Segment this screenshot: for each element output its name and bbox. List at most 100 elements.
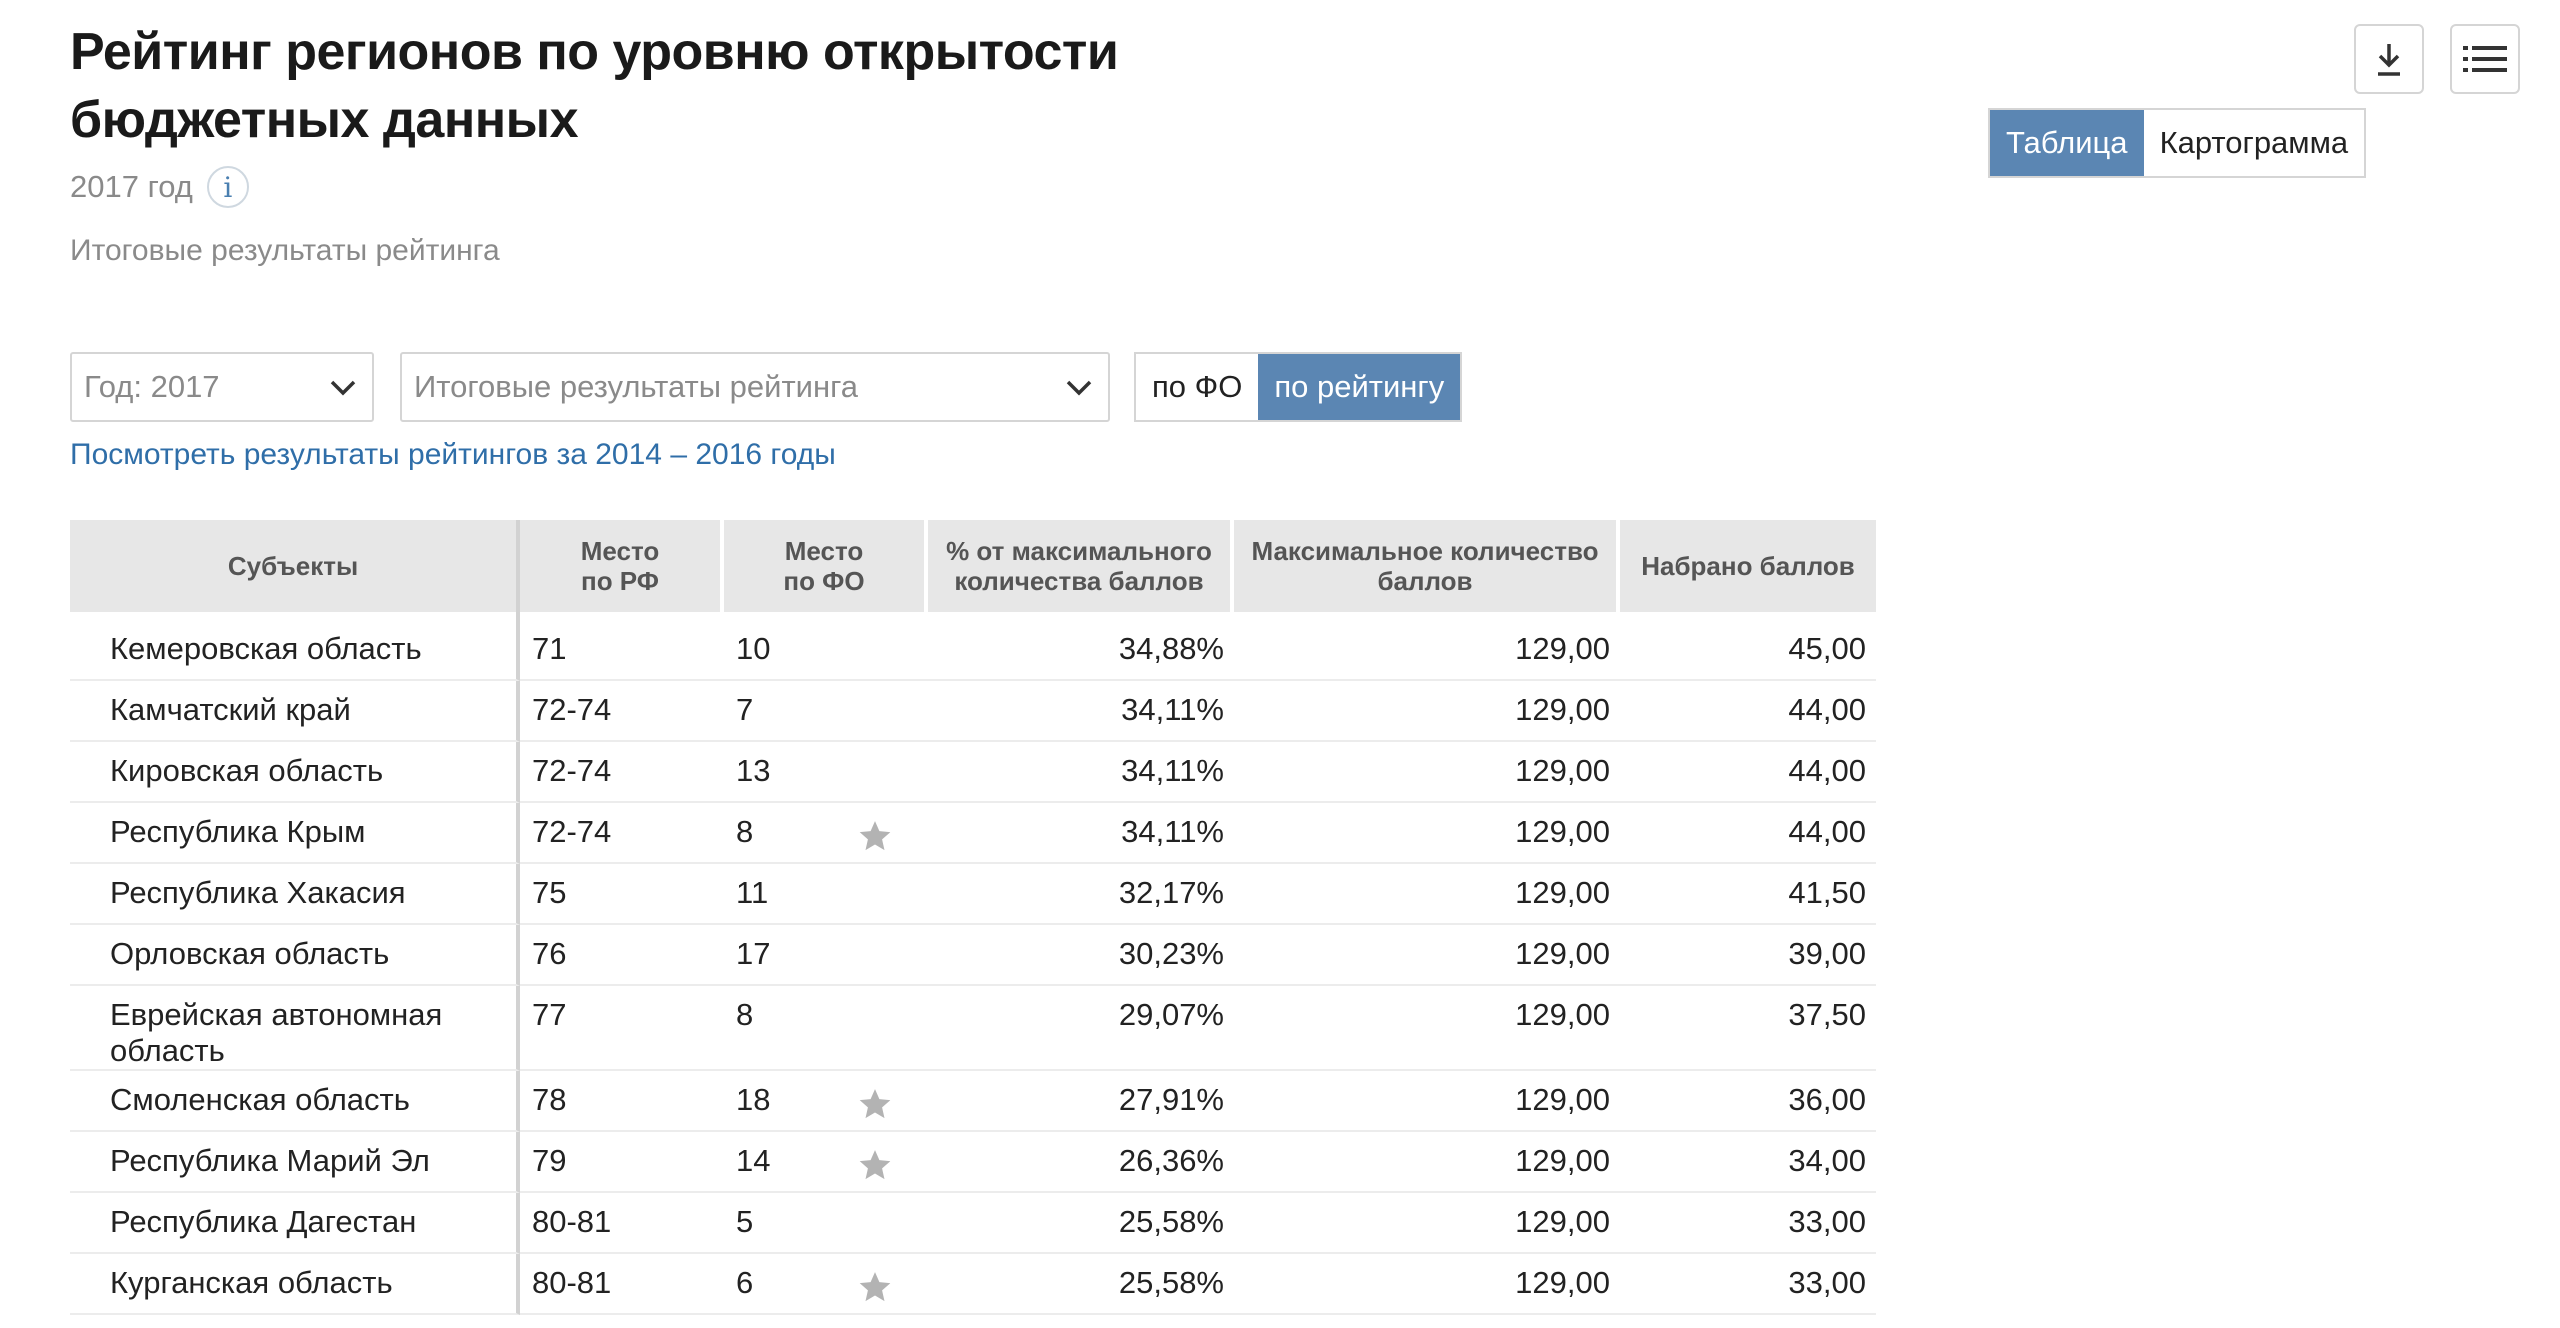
table-row[interactable]: Орловская область 76 17 30,23% 129,00 39,00 xyxy=(70,925,1876,986)
table-row[interactable]: Курганская область 80-81 6 25,58% 129,00 33,0… xyxy=(70,1254,1876,1315)
table-spacer xyxy=(70,612,1876,620)
year-line: 2017 год i xyxy=(70,166,249,208)
cell-points: 36,00 xyxy=(1620,1071,1876,1132)
cell-place-rf: 75 xyxy=(520,864,724,925)
table-body: Кемеровская область 71 10 34,88% 129,00 45,00… xyxy=(70,612,1876,1315)
cell-place-fo: 11 xyxy=(724,864,928,925)
cell-place-rf: 76 xyxy=(520,925,724,986)
star-icon xyxy=(859,821,891,851)
cell-percent: 25,58% xyxy=(928,1193,1234,1254)
col-header-max-points[interactable]: Максимальное количество баллов xyxy=(1234,520,1620,612)
results-select[interactable]: Итоговые результаты рейтинга xyxy=(400,352,1110,422)
table-header-row: Субъекты Место по РФ Место по ФО % от ма… xyxy=(70,520,1876,612)
cell-place-rf: 78 xyxy=(520,1071,724,1132)
cell-subject: Республика Марий Эл xyxy=(70,1132,520,1193)
cell-place-fo: 5 xyxy=(724,1193,928,1254)
cell-percent: 32,17% xyxy=(928,864,1234,925)
cell-place-fo-value: 10 xyxy=(736,631,771,666)
cell-subject: Еврейская автономная область xyxy=(70,986,520,1071)
table-row[interactable]: Кировская область 72-74 13 34,11% 129,00 44,0… xyxy=(70,742,1876,803)
rating-table: Субъекты Место по РФ Место по ФО % от ма… xyxy=(70,520,1876,1315)
table-row[interactable]: Республика Марий Эл 79 14 26,36% 129,00 34,00 xyxy=(70,1132,1876,1193)
cell-place-fo-value: 13 xyxy=(736,753,771,788)
view-toggle: Таблица Картограмма xyxy=(1988,108,2367,178)
cell-percent: 27,91% xyxy=(928,1071,1234,1132)
history-link[interactable]: Посмотреть результаты рейтингов за 2014 … xyxy=(70,438,836,472)
cell-place-fo: 14 xyxy=(724,1132,928,1193)
cell-percent: 34,11% xyxy=(928,681,1234,742)
cell-max-points: 129,00 xyxy=(1234,742,1620,803)
cell-place-rf: 80-81 xyxy=(520,1193,724,1254)
cell-max-points: 129,00 xyxy=(1234,864,1620,925)
table-row[interactable]: Республика Крым 72-74 8 34,11% 129,00 44,00 xyxy=(70,803,1876,864)
year-label: 2017 год xyxy=(70,169,193,204)
cell-place-rf: 79 xyxy=(520,1132,724,1193)
cell-place-fo-value: 8 xyxy=(736,997,754,1032)
star-icon xyxy=(859,1272,891,1302)
table-row[interactable]: Республика Хакасия 75 11 32,17% 129,00 41,50 xyxy=(70,864,1876,925)
cell-subject: Орловская область xyxy=(70,925,520,986)
spacer-cell xyxy=(70,612,520,620)
cell-points: 34,00 xyxy=(1620,1132,1876,1193)
cell-points: 33,00 xyxy=(1620,1254,1876,1315)
cell-place-fo-value: 14 xyxy=(736,1143,771,1178)
spacer-cell xyxy=(724,612,928,620)
cell-subject: Республика Крым xyxy=(70,803,520,864)
spacer-cell xyxy=(928,612,1234,620)
results-select-value: Итоговые результаты рейтинга xyxy=(414,369,858,404)
cell-percent: 29,07% xyxy=(928,986,1234,1071)
download-button[interactable] xyxy=(2354,24,2424,94)
cell-points: 44,00 xyxy=(1620,742,1876,803)
chevron-down-icon xyxy=(1066,380,1092,396)
table-row[interactable]: Республика Дагестан 80-81 5 25,58% 129,00 33,… xyxy=(70,1193,1876,1254)
cell-place-fo: 10 xyxy=(724,620,928,681)
col-header-place-fo[interactable]: Место по ФО xyxy=(724,520,928,612)
cell-max-points: 129,00 xyxy=(1234,986,1620,1071)
list-view-button[interactable] xyxy=(2450,24,2520,94)
cell-percent: 25,58% xyxy=(928,1254,1234,1315)
toggle-by-rating[interactable]: по рейтингу xyxy=(1258,354,1461,420)
col-header-subject[interactable]: Субъекты xyxy=(70,520,520,612)
group-toggle: по ФО по рейтингу xyxy=(1134,352,1463,422)
cell-place-fo-value: 5 xyxy=(736,1204,754,1239)
cell-max-points: 129,00 xyxy=(1234,803,1620,864)
cell-max-points: 129,00 xyxy=(1234,1132,1620,1193)
cell-percent: 34,11% xyxy=(928,803,1234,864)
page: Рейтинг регионов по уровню открытости бю… xyxy=(0,0,2560,1328)
star-icon xyxy=(859,1089,891,1119)
tab-cartogram[interactable]: Картограмма xyxy=(2143,110,2365,176)
tab-table[interactable]: Таблица xyxy=(1990,110,2144,176)
cell-place-rf: 72-74 xyxy=(520,681,724,742)
cell-subject: Камчатский край xyxy=(70,681,520,742)
table-row[interactable]: Смоленская область 78 18 27,91% 129,00 36,00 xyxy=(70,1071,1876,1132)
cell-subject: Кировская область xyxy=(70,742,520,803)
cell-max-points: 129,00 xyxy=(1234,1193,1620,1254)
year-select-value: Год: 2017 xyxy=(84,369,220,404)
cell-points: 37,50 xyxy=(1620,986,1876,1071)
spacer-cell xyxy=(1620,612,1876,620)
cell-percent: 26,36% xyxy=(928,1132,1234,1193)
cell-place-fo: 17 xyxy=(724,925,928,986)
cell-subject: Кемеровская область xyxy=(70,620,520,681)
page-subtitle: Итоговые результаты рейтинга xyxy=(70,234,500,267)
table-row[interactable]: Кемеровская область 71 10 34,88% 129,00 45,00 xyxy=(70,620,1876,681)
col-header-place-rf[interactable]: Место по РФ xyxy=(520,520,724,612)
cell-subject: Республика Хакасия xyxy=(70,864,520,925)
table-row[interactable]: Камчатский край 72-74 7 34,11% 129,00 44,00 xyxy=(70,681,1876,742)
col-header-points[interactable]: Набрано баллов xyxy=(1620,520,1876,612)
cell-place-rf: 72-74 xyxy=(520,742,724,803)
spacer-cell xyxy=(520,612,724,620)
col-header-percent[interactable]: % от максимального количества баллов xyxy=(928,520,1234,612)
chevron-down-icon xyxy=(330,380,356,396)
cell-points: 39,00 xyxy=(1620,925,1876,986)
download-icon xyxy=(2378,44,2400,76)
year-select[interactable]: Год: 2017 xyxy=(70,352,374,422)
toggle-by-fo[interactable]: по ФО xyxy=(1136,354,1259,420)
star-icon xyxy=(859,1150,891,1180)
info-icon[interactable]: i xyxy=(206,166,249,208)
cell-place-rf: 71 xyxy=(520,620,724,681)
cell-percent: 34,11% xyxy=(928,742,1234,803)
cell-place-fo: 7 xyxy=(724,681,928,742)
cell-place-fo: 6 xyxy=(724,1254,928,1315)
table-row[interactable]: Еврейская автономная область 77 8 29,07% 129… xyxy=(70,986,1876,1071)
